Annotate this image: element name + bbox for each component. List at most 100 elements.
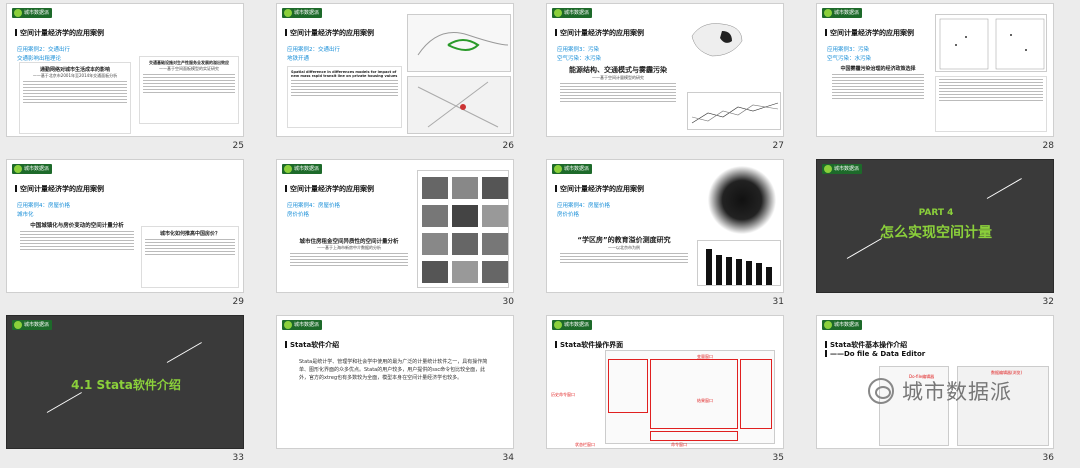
slide-subtitle: 地铁开通 [287,56,310,62]
decoration-line [986,178,1022,199]
slide-subtitle: 城市化 [17,212,34,218]
logo: 城市数据派 [552,8,593,18]
paper-title: 城市化如何推高中国房价？ [159,231,220,237]
paper-image: 中国城镇化与房价变动的空间计量分析 [17,218,137,290]
slide-subtitle: 应用案例4：房屋价格 [287,203,340,209]
slide-thumb-32[interactable]: 城市数据派 PART 4 怎么实现空间计量 32 [810,156,1080,312]
watermark: 城市数据派 [868,376,1012,406]
slide-subtitle: 应用案例2：交通出行 [287,47,340,53]
slide-subtitle: 房价价格 [557,212,580,218]
logo: 城市数据派 [282,8,323,18]
slide-number: 27 [772,141,784,151]
slide-title: 空间计量经济学的应用案例 [825,28,914,38]
slide-thumb-31[interactable]: 城市数据派 空间计量经济学的应用案例 应用案例4：房屋价格 房价价格 “学区房”… [540,156,810,312]
slide-title: Stata软件介绍 [285,340,339,350]
slide-number: 34 [502,453,514,463]
paper-subtitle: ——基于北京市2001年至2014年交通面板分析 [32,73,118,78]
body-text: Stata是统计学、管理学和社会学中使用的最为广泛的计量统计软件之一，具有操作简… [299,359,488,381]
paper-subtitle: ——基于上海市新房中介数据的分析 [317,245,381,250]
logo: 城市数据派 [282,320,323,330]
logo: 城市数据派 [822,320,863,330]
slide-thumb-28[interactable]: 城市数据派 空间计量经济学的应用案例 应用案例3：污染 空气污染：水污染 中国雾… [810,0,1080,156]
slide-thumb-35[interactable]: 城市数据派 Stata软件操作界面 历史命令窗口 变量窗口 结果窗口 命令窗口 … [540,312,810,468]
paper-subtitle: ——基于空间面板模型的实证研究 [159,66,219,71]
slide-subtitle: 应用案例2：交通出行 [17,47,70,53]
paper-image: 通勤网络对城市生活成本的影响 ——基于北京市2001年至2014年交通面板分析 [19,62,131,134]
paper-image: 城市住房租金空间异质性的空间计量分析 ——基于上海市新房中介数据的分析 [287,234,411,290]
slide-thumb-30[interactable]: 城市数据派 空间计量经济学的应用案例 应用案例4：房屋价格 房价价格 城市住房租… [270,156,540,312]
paper-image: Spatial difference in differences models… [287,66,402,128]
china-map-image [687,16,747,62]
wechat-icon [868,378,894,404]
part-title: 怎么实现空间计量 [880,225,992,241]
scatter-chart-image [935,14,1047,72]
slide-title: 空间计量经济学的应用案例 [285,184,374,194]
paper-title: 中国雾霾污染治理的经济政策选择 [840,66,916,72]
paper-subtitle: ——基于空间计量模型的研究 [592,75,644,80]
slide-title: 空间计量经济学的应用案例 [555,184,644,194]
paper-title: 通勤网络对城市生活成本的影响 [39,67,110,73]
slide-number: 25 [232,141,244,151]
slide-number: 31 [772,297,784,307]
part-title: 4.1 Stata软件介绍 [71,378,181,392]
slide-thumb-26[interactable]: 城市数据派 空间计量经济学的应用案例 应用案例2：交通出行 地铁开通 Spati… [270,0,540,156]
slide-subtitle: 应用案例4：房屋价格 [557,203,610,209]
bar-chart-image [697,240,781,286]
paper-title: 中国城镇化与房价变动的空间计量分析 [30,223,124,229]
map-image [407,14,511,72]
slide-number: 30 [502,297,514,307]
watermark-text: 城市数据派 [902,380,1012,404]
slide-subtitle: 空气污染：水污染 [557,56,602,62]
slide-subtitle: 应用案例3：污染 [557,47,599,53]
paper-title: “学区房”的教育溢价测度研究 [577,236,671,244]
annotation-label: 状态栏窗口 [575,442,595,447]
slide-title: 空间计量经济学的应用案例 [285,28,374,38]
paper-subtitle: ——以北京市为例 [608,245,640,250]
slide-subtitle: 房价价格 [287,212,310,218]
annotation-label: 结果窗口 [697,398,713,403]
paper-image: 能源结构、交通模式与雾霾污染 ——基于空间计量模型的研究 [557,62,679,132]
slide-subtitle: 应用案例4：房屋价格 [17,203,70,209]
density-map-image [707,166,777,234]
slide-number: 26 [502,141,514,151]
slide-title: Stata软件操作界面 [555,340,623,350]
slide-thumb-33[interactable]: 城市数据派 4.1 Stata软件介绍 33 [0,312,270,468]
decoration-line [46,392,82,413]
slide-number: 35 [772,453,784,463]
slide-thumb-25[interactable]: 城市数据派 空间计量经济学的应用案例 应用案例2：交通出行 交通影响出租理论 通… [0,0,270,156]
slide-thumb-34[interactable]: 城市数据派 Stata软件介绍 Stata是统计学、管理学和社会学中使用的最为广… [270,312,540,468]
paper-image: 中国雾霾污染治理的经济政策选择 [829,62,927,134]
logo: 城市数据派 [552,320,593,330]
slide-number: 28 [1042,141,1054,151]
slide-subtitle: 交通影响出租理论 [17,56,62,62]
paper-title: 能源结构、交通模式与雾霾污染 [569,66,667,74]
slide-title: 空间计量经济学的应用案例 [15,28,104,38]
heatmap-grid-image [417,170,509,288]
logo: 城市数据派 [12,320,53,330]
logo: 城市数据派 [12,8,53,18]
slide-subtitle: 空气污染：水污染 [827,56,872,62]
slide-thumb-27[interactable]: 城市数据派 空间计量经济学的应用案例 应用案例3：污染 空气污染：水污染 能源结… [540,0,810,156]
logo: 城市数据派 [282,164,323,174]
slide-number: 36 [1042,453,1054,463]
slide-number: 32 [1042,297,1054,307]
logo: 城市数据派 [552,164,593,174]
part-label: PART 4 [918,208,954,218]
logo: 城市数据派 [12,164,53,174]
slide-title: Stata软件基本操作介绍 [825,340,907,350]
slide-title-2: ——Do file & Data Editor [825,350,925,358]
slide-title: 空间计量经济学的应用案例 [15,184,104,194]
paper-title: 城市住房租金空间异质性的空间计量分析 [299,239,399,245]
slide-number: 29 [232,297,244,307]
logo: 城市数据派 [822,164,863,174]
annotation-label: 命令窗口 [671,442,687,447]
annotation-label: 历史命令窗口 [551,392,575,397]
map-image [407,76,511,134]
stata-screenshot [605,350,775,444]
line-chart-image [687,92,781,130]
slide-thumb-29[interactable]: 城市数据派 空间计量经济学的应用案例 应用案例4：房屋价格 城市化 中国城镇化与… [0,156,270,312]
logo: 城市数据派 [822,8,863,18]
annotation-label: 变量窗口 [697,354,713,359]
paper-image: 交通基础设施对生产性服务业发展的溢出效应 ——基于空间面板模型的实证研究 [139,56,239,124]
table-image [935,76,1047,132]
